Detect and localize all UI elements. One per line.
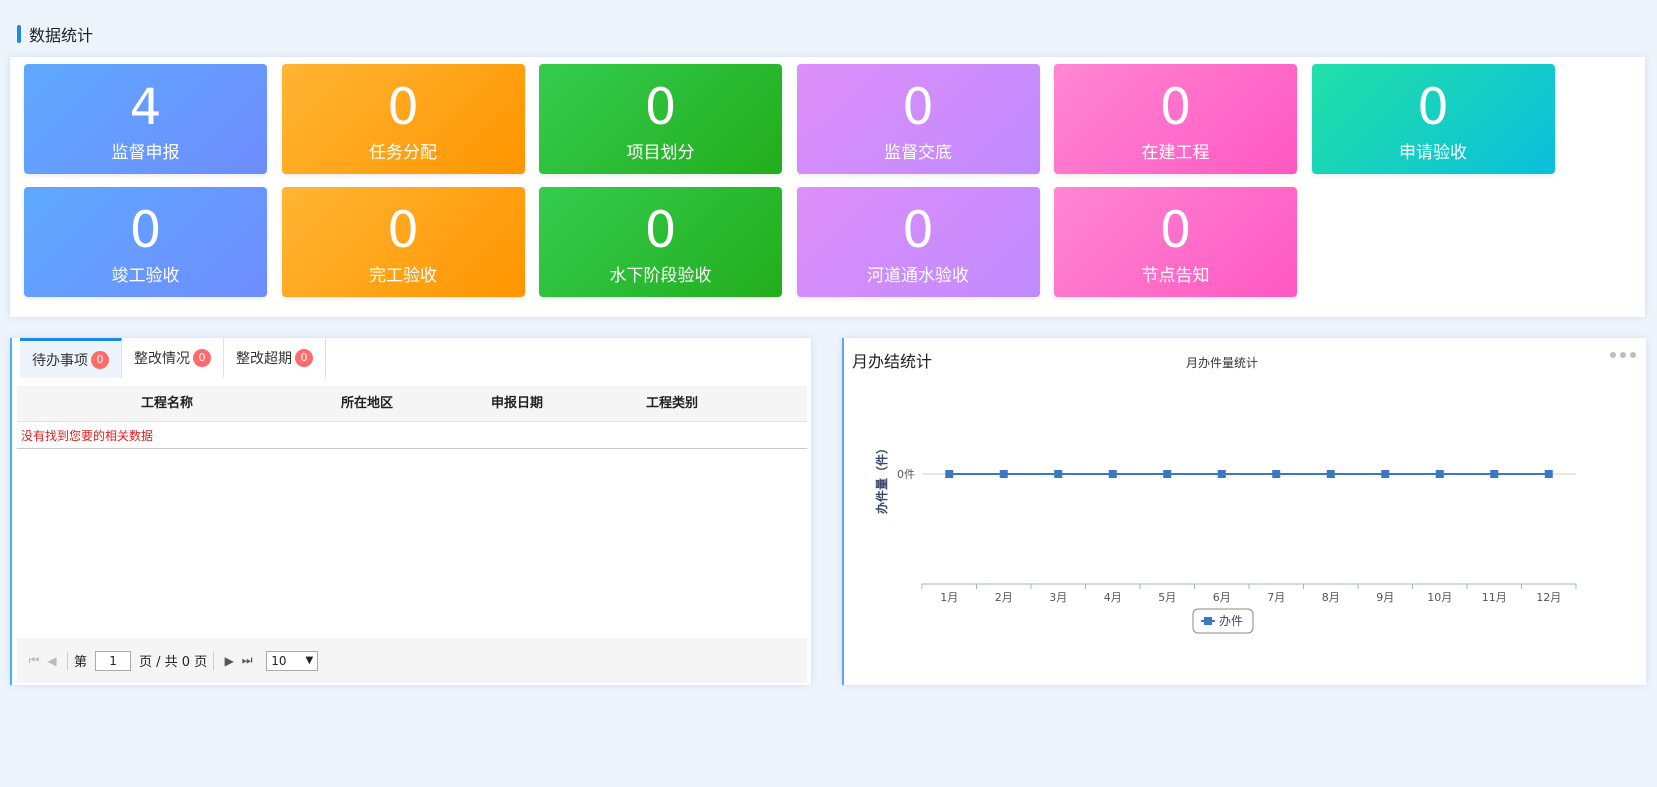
data-point [1217,470,1226,478]
x-tick-label: 1月 [940,591,958,604]
tab-rectification-status[interactable]: 整改情况 0 [122,338,224,378]
column-header-report-date[interactable]: 申报日期 [437,386,597,422]
stat-card-finish-acceptance[interactable]: 0 完工验收 [281,187,525,297]
pagination-bar: ⏮ ◀ 第 1 页 / 共 0 页 ▶ ⏭ 10 ▼ [17,638,807,683]
stat-value: 0 [387,201,419,259]
last-page-icon[interactable]: ⏭ [238,653,256,668]
tab-label: 整改情况 [134,351,190,367]
count-badge: 0 [295,349,313,367]
todo-tabs: 待办事项 0 整改情况 0 整改超期 0 [20,338,326,378]
count-badge: 0 [91,350,109,369]
section-title: 数据统计 [29,26,94,45]
legend-marker [1204,617,1212,625]
stat-value: 0 [902,78,934,136]
stat-label: 在建工程 [1141,143,1210,163]
stat-value: 0 [1417,78,1449,136]
stat-label: 监督申报 [111,143,180,163]
tab-label: 整改超期 [236,351,292,367]
stats-panel: 4 监督申报 0 任务分配 0 项目划分 0 监督交底 0 在建工程 0 申请验收 0 竣工验收 0 完工验收… [10,57,1645,317]
stat-label: 河道通水验收 [867,266,969,286]
stat-value: 0 [387,78,419,136]
table-header: 工程名称 所在地区 申报日期 工程类别 [17,386,807,422]
stat-value: 0 [1159,201,1192,259]
stat-label: 申请验收 [1399,143,1467,163]
stat-value: 0 [644,78,677,136]
stat-card-under-construction[interactable]: 0 在建工程 [1054,64,1297,174]
divider [67,651,68,670]
x-tick-label: 10月 [1427,591,1452,604]
data-point [1490,470,1499,478]
tab-rectification-overdue[interactable]: 整改超期 0 [224,338,326,378]
data-point [1326,470,1335,478]
first-page-icon[interactable]: ⏮ [25,653,43,668]
data-point [1381,470,1390,478]
x-tick-label: 7月 [1267,591,1285,604]
stat-card-apply-acceptance[interactable]: 0 申请验收 [1311,64,1555,174]
stat-card-river-water-acceptance[interactable]: 0 河道通水验收 [796,187,1040,297]
x-tick-label: 9月 [1376,591,1394,604]
data-point [1272,470,1281,478]
y-axis-label: 办件量（件） [874,442,889,514]
column-header-region[interactable]: 所在地区 [287,386,447,422]
page-prefix: 第 [74,655,88,670]
stat-label: 任务分配 [369,143,437,163]
page-total-text: 页 / 共 0 页 [139,655,208,670]
page-number-input[interactable]: 1 [95,650,132,671]
empty-message: 没有找到您要的相关数据 [17,423,807,449]
stat-label: 完工验收 [369,266,437,286]
data-point [1108,470,1117,478]
x-tick-label: 6月 [1213,591,1231,604]
column-header-project-name[interactable]: 工程名称 [17,386,317,422]
page-size-value: 10 [271,653,287,668]
stat-label: 项目划分 [626,143,695,163]
stat-value: 0 [129,201,162,259]
data-point [945,470,954,478]
data-point [1544,470,1553,478]
stat-card-supervision-report[interactable]: 4 监督申报 [24,64,267,174]
data-point [1435,470,1444,478]
section-header: 数据统计 [17,24,94,45]
data-point [1163,470,1172,478]
tab-label: 待办事项 [32,352,88,369]
data-point [999,470,1008,478]
stat-value: 0 [902,201,934,259]
legend-label: 办件 [1219,613,1243,628]
data-point [1054,470,1063,478]
stat-label: 竣工验收 [111,266,180,286]
page-size-select[interactable]: 10 ▼ [266,650,319,671]
y-tick-label: 0件 [897,468,915,481]
count-badge: 0 [193,349,211,367]
x-tick-label: 11月 [1482,591,1507,604]
x-tick-label: 2月 [995,591,1013,604]
todo-panel: 待办事项 0 整改情况 0 整改超期 0 工程名称 所在地区 申报日期 工程类别… [10,338,811,685]
stat-card-supervision-briefing[interactable]: 0 监督交底 [796,64,1040,174]
prev-page-icon[interactable]: ◀ [43,654,61,668]
stat-value: 0 [644,201,677,259]
chevron-down-icon: ▼ [305,654,314,666]
stat-card-completion-acceptance[interactable]: 0 竣工验收 [24,187,267,297]
next-page-icon[interactable]: ▶ [220,654,238,668]
chart-title: 月办件量统计 [1186,355,1258,370]
stat-card-task-assignment[interactable]: 0 任务分配 [281,64,525,174]
stat-card-underwater-stage-acceptance[interactable]: 0 水下阶段验收 [539,187,782,297]
x-tick-label: 12月 [1536,591,1561,604]
column-header-project-type[interactable]: 工程类别 [592,386,752,422]
stat-label: 监督交底 [884,143,952,163]
stat-value: 0 [1159,78,1192,136]
stat-card-project-division[interactable]: 0 项目划分 [539,64,782,174]
section-accent-bar [17,25,21,43]
stat-value: 4 [129,78,162,136]
stat-label: 节点告知 [1141,266,1210,286]
x-tick-label: 8月 [1322,591,1340,604]
line-chart: 月办件量统计办件量（件） 0件 1月 2月 3月 4月 5月 6月 7月 8月 9月 10月 11月 12… [874,355,1577,634]
tab-todo[interactable]: 待办事项 0 [20,338,122,378]
stat-card-node-notice[interactable]: 0 节点告知 [1054,187,1297,297]
x-tick-label: 5月 [1158,591,1176,604]
x-tick-label: 3月 [1049,591,1067,604]
chart-panel: 月办结统计 月办件量统计 办件量（件） 0件 1月 2月 3月 4月 5月 6月 7月 8月 9月 10… [842,338,1646,685]
x-tick-label: 4月 [1104,591,1122,604]
divider [213,651,215,670]
stat-label: 水下阶段验收 [609,266,712,286]
